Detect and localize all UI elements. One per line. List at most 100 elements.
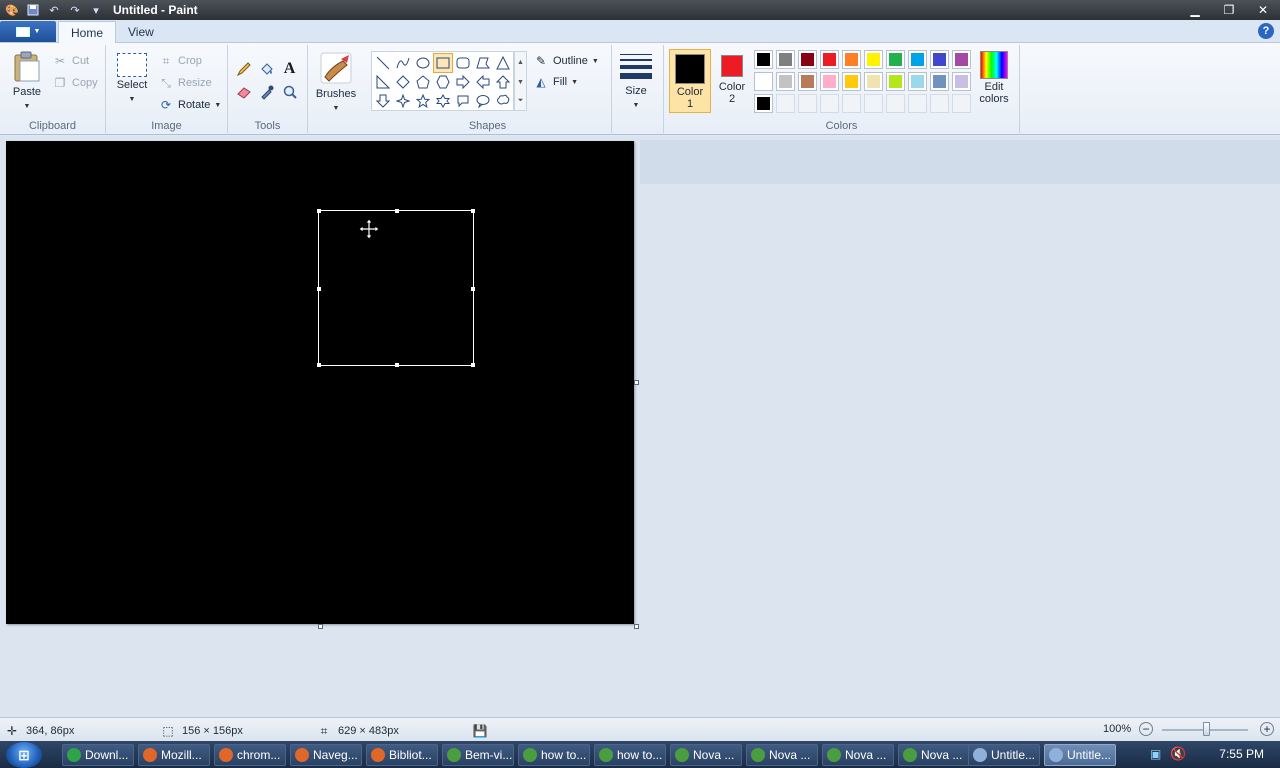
- canvas-resize-handle-corner[interactable]: [634, 624, 639, 629]
- palette-empty-slot[interactable]: [886, 94, 905, 113]
- diamond-shape-icon[interactable]: [393, 72, 413, 92]
- cloud-callout-icon[interactable]: [493, 91, 513, 111]
- palette-swatch[interactable]: [886, 72, 905, 91]
- palette-swatch[interactable]: [930, 50, 949, 69]
- down-arrow-shape-icon[interactable]: [373, 91, 393, 111]
- edit-colors-button[interactable]: Edit colors: [974, 49, 1014, 113]
- close-button[interactable]: ✕: [1246, 0, 1280, 20]
- save-icon[interactable]: [24, 2, 42, 18]
- paint-app-icon[interactable]: 🎨: [3, 2, 21, 18]
- palette-empty-slot[interactable]: [864, 94, 883, 113]
- up-arrow-shape-icon[interactable]: [493, 72, 513, 92]
- taskbar-item[interactable]: Downl...: [62, 744, 134, 766]
- six-point-star-icon[interactable]: [433, 91, 453, 111]
- redo-icon[interactable]: ↷: [66, 2, 84, 18]
- paste-button[interactable]: Paste ▼: [8, 51, 46, 111]
- paint-menu-button[interactable]: ▼: [0, 21, 56, 42]
- copy-button[interactable]: ❐ Copy: [52, 75, 98, 91]
- taskbar-item[interactable]: Nova ...: [746, 744, 818, 766]
- palette-empty-slot[interactable]: [908, 94, 927, 113]
- tab-home[interactable]: Home: [58, 21, 117, 43]
- fill-button[interactable]: ◭ Fill ▼: [533, 74, 578, 90]
- palette-swatch[interactable]: [842, 50, 861, 69]
- maximize-button[interactable]: ❐: [1212, 0, 1246, 20]
- four-point-star-icon[interactable]: [393, 91, 413, 111]
- pentagon-shape-icon[interactable]: [413, 72, 433, 92]
- volume-icon[interactable]: 🔇: [1170, 746, 1186, 762]
- taskbar-item[interactable]: how to...: [518, 744, 590, 766]
- size-button[interactable]: Size ▼: [618, 51, 654, 110]
- eraser-icon[interactable]: [233, 81, 254, 102]
- resize-button[interactable]: ⤡ Resize: [158, 75, 211, 91]
- hexagon-shape-icon[interactable]: [433, 72, 453, 92]
- palette-swatch[interactable]: [798, 72, 817, 91]
- pencil-icon[interactable]: [233, 58, 254, 79]
- color-picker-icon[interactable]: [256, 81, 277, 102]
- selection-handle[interactable]: [471, 287, 475, 291]
- palette-swatch[interactable]: [864, 50, 883, 69]
- rounded-rectangle-shape-icon[interactable]: [453, 53, 473, 73]
- drawing-canvas[interactable]: [6, 141, 634, 624]
- rectangle-shape-icon[interactable]: [433, 53, 453, 73]
- selection-handle[interactable]: [471, 209, 475, 213]
- taskbar-item[interactable]: Nova ...: [898, 744, 970, 766]
- polygon-shape-icon[interactable]: [473, 53, 493, 73]
- taskbar-item[interactable]: how to...: [594, 744, 666, 766]
- palette-swatch[interactable]: [754, 72, 773, 91]
- left-arrow-shape-icon[interactable]: [473, 72, 493, 92]
- palette-swatch[interactable]: [776, 50, 795, 69]
- palette-empty-slot[interactable]: [952, 94, 971, 113]
- fill-bucket-icon[interactable]: [256, 58, 277, 79]
- cut-button[interactable]: ✂ Cut: [52, 53, 89, 69]
- taskbar-item[interactable]: Bem-vi...: [442, 744, 514, 766]
- selection-handle[interactable]: [395, 209, 399, 213]
- expand-gallery-icon[interactable]: ⏷: [515, 92, 526, 110]
- network-icon[interactable]: ▣: [1150, 747, 1161, 761]
- palette-swatch[interactable]: [776, 72, 795, 91]
- selection-handle[interactable]: [395, 363, 399, 367]
- palette-empty-slot[interactable]: [820, 94, 839, 113]
- clock[interactable]: 7:55 PM: [1219, 747, 1264, 761]
- zoom-out-icon[interactable]: −: [1139, 722, 1153, 736]
- palette-swatch[interactable]: [842, 72, 861, 91]
- palette-swatch[interactable]: [820, 72, 839, 91]
- taskbar-item[interactable]: Nova ...: [670, 744, 742, 766]
- start-button[interactable]: ⊞: [6, 742, 42, 768]
- brushes-button[interactable]: Brushes ▼: [312, 51, 360, 113]
- right-arrow-shape-icon[interactable]: [453, 72, 473, 92]
- palette-swatch[interactable]: [754, 94, 773, 113]
- taskbar-item[interactable]: Naveg...: [290, 744, 362, 766]
- five-point-star-icon[interactable]: [413, 91, 433, 111]
- palette-swatch[interactable]: [952, 72, 971, 91]
- undo-icon[interactable]: ↶: [45, 2, 63, 18]
- select-button[interactable]: Select ▼: [112, 53, 152, 104]
- crop-button[interactable]: ⌗ Crop: [158, 53, 202, 69]
- canvas-resize-handle-right[interactable]: [634, 380, 639, 385]
- zoom-slider-thumb[interactable]: [1203, 722, 1210, 736]
- taskbar-item[interactable]: Untitle...: [968, 744, 1040, 766]
- rounded-callout-icon[interactable]: [453, 91, 473, 111]
- minimize-button[interactable]: ▁: [1178, 0, 1212, 20]
- palette-empty-slot[interactable]: [776, 94, 795, 113]
- outline-button[interactable]: ✎ Outline ▼: [533, 53, 599, 69]
- selection-rectangle[interactable]: [317, 209, 475, 367]
- selection-handle[interactable]: [317, 287, 321, 291]
- line-shape-icon[interactable]: [373, 53, 393, 73]
- palette-swatch[interactable]: [886, 50, 905, 69]
- taskbar-item[interactable]: Bibliot...: [366, 744, 438, 766]
- customize-toolbar-icon[interactable]: ▾: [87, 2, 105, 18]
- selection-handle[interactable]: [471, 363, 475, 367]
- palette-swatch[interactable]: [754, 50, 773, 69]
- scroll-up-icon[interactable]: ▲: [515, 52, 526, 72]
- curve-shape-icon[interactable]: [393, 53, 413, 73]
- palette-empty-slot[interactable]: [930, 94, 949, 113]
- right-triangle-shape-icon[interactable]: [373, 72, 393, 92]
- tab-view[interactable]: View: [116, 21, 166, 43]
- magnifier-icon[interactable]: [279, 81, 300, 102]
- oval-shape-icon[interactable]: [413, 53, 433, 73]
- palette-swatch[interactable]: [820, 50, 839, 69]
- rotate-button[interactable]: ⟳ Rotate ▼: [158, 97, 221, 113]
- palette-swatch[interactable]: [798, 50, 817, 69]
- selection-handle[interactable]: [317, 209, 321, 213]
- palette-swatch[interactable]: [952, 50, 971, 69]
